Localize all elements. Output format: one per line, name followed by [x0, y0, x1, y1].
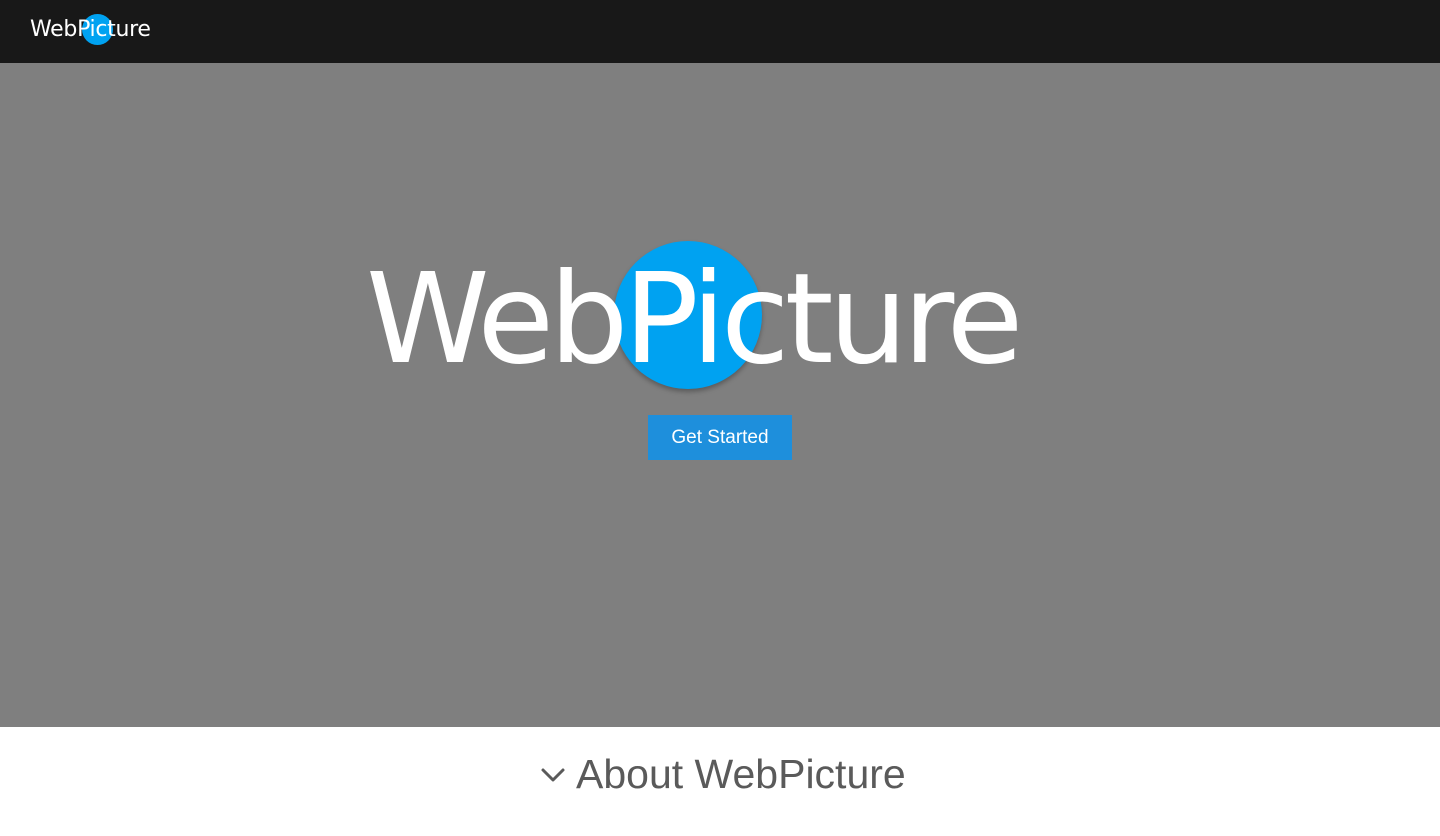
top-navbar: WebPicture: [0, 0, 1440, 63]
nav-logo[interactable]: WebPicture: [30, 12, 151, 48]
hero-logo-text: WebPicture: [366, 247, 1023, 392]
hero-section: WebPicture Get Started: [0, 63, 1440, 727]
hero-logo: WebPicture: [366, 241, 1023, 392]
get-started-button[interactable]: Get Started: [648, 415, 792, 460]
nav-logo-text: WebPicture: [30, 17, 151, 42]
chevron-down-icon: [541, 768, 565, 782]
about-label: About WebPicture: [576, 751, 906, 797]
about-toggle[interactable]: About WebPicture: [540, 749, 906, 799]
about-section: About WebPicture: [0, 727, 1440, 836]
